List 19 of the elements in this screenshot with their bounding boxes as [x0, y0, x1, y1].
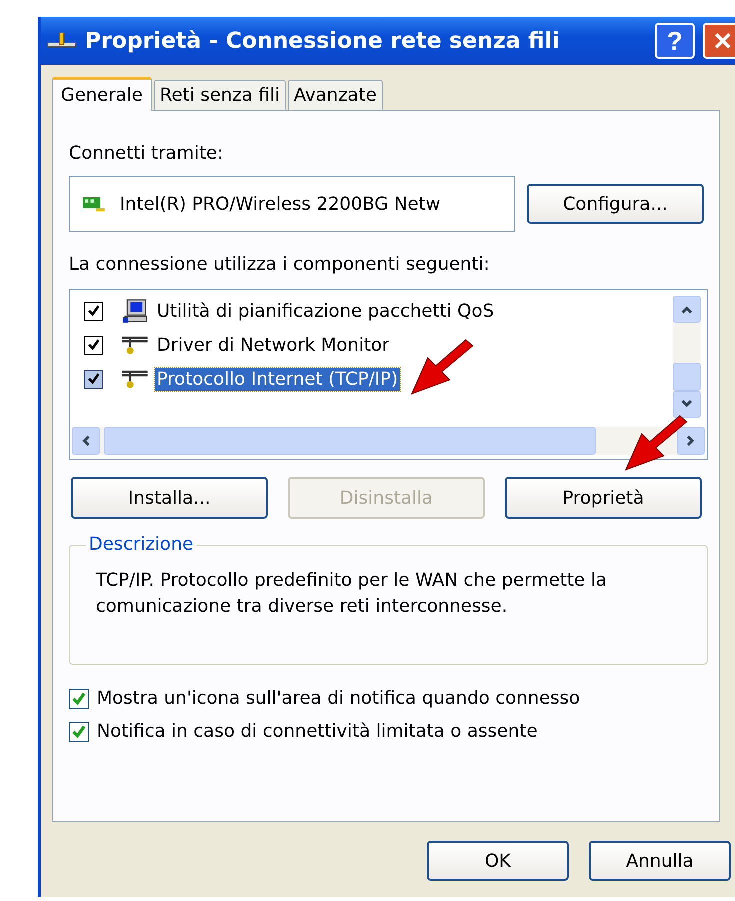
option-label: Notifica in caso di connettività limitata o assente: [97, 721, 538, 742]
window-title: Proprietà - Connessione rete senza fili: [85, 28, 560, 54]
dialog-button[interactable]: OK: [427, 841, 569, 881]
component-action-button[interactable]: Installa...: [71, 477, 268, 519]
help-button[interactable]: ?: [655, 23, 695, 59]
tab[interactable]: Reti senza fili: [154, 80, 286, 110]
connect-via-label: Connetti tramite:: [69, 143, 225, 164]
option-label: Mostra un'icona sull'area di notifica quando connesso: [97, 688, 580, 709]
components-label: La connessione utilizza i componenti seguenti:: [69, 254, 491, 275]
component-item[interactable]: Utilità di pianificazione pacchetti QoS: [155, 300, 496, 322]
component-item[interactable]: Driver di Network Monitor: [155, 334, 392, 356]
tab[interactable]: Generale: [52, 77, 152, 111]
component-item[interactable]: Protocollo Internet (TCP/IP): [155, 368, 400, 390]
configure-button[interactable]: Configura...: [527, 184, 704, 224]
tab[interactable]: Avanzate: [288, 80, 383, 110]
dialog-button[interactable]: Annulla: [589, 841, 731, 881]
description-text: TCP/IP. Protocollo predefinito per le WAN che permette la comunicazione tra diverse reti interconnesse.: [96, 569, 608, 619]
component-action-button[interactable]: Proprietà: [505, 477, 702, 519]
adapter-name: Intel(R) PRO/Wireless 2200BG Netw: [120, 194, 441, 214]
